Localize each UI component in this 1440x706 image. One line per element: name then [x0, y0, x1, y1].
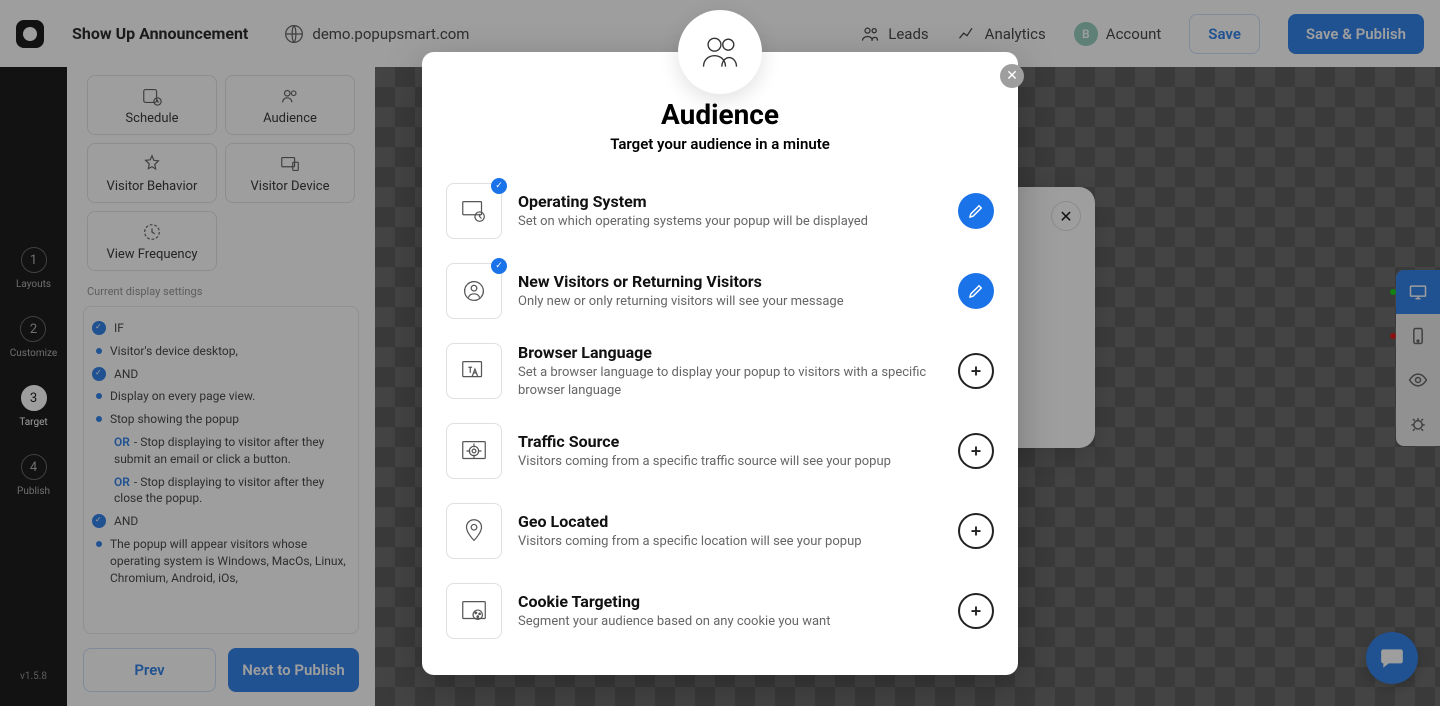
add-cookie-button[interactable]	[958, 593, 994, 629]
add-language-button[interactable]	[958, 353, 994, 389]
traffic-icon	[446, 423, 502, 479]
os-icon: ✓	[446, 183, 502, 239]
visitors-icon: ✓	[446, 263, 502, 319]
modal-close-button[interactable]: ✕	[1000, 64, 1024, 88]
add-geo-button[interactable]	[958, 513, 994, 549]
cookie-icon	[446, 583, 502, 639]
audience-large-icon	[698, 30, 742, 74]
active-badge: ✓	[491, 178, 507, 194]
add-traffic-button[interactable]	[958, 433, 994, 469]
audience-row-visitors: ✓ New Visitors or Returning Visitors Onl…	[446, 251, 994, 331]
audience-row-cookie: Cookie Targeting Segment your audience b…	[446, 571, 994, 651]
geo-icon	[446, 503, 502, 559]
edit-os-button[interactable]	[958, 193, 994, 229]
audience-modal: ✕ Audience Target your audience in a min…	[422, 52, 1018, 675]
language-icon	[446, 343, 502, 399]
modal-header-icon	[678, 10, 762, 94]
modal-title: Audience	[446, 98, 994, 131]
audience-row-language: Browser Language Set a browser language …	[446, 331, 994, 411]
edit-visitors-button[interactable]	[958, 273, 994, 309]
audience-row-os: ✓ Operating System Set on which operatin…	[446, 171, 994, 251]
audience-row-traffic: Traffic Source Visitors coming from a sp…	[446, 411, 994, 491]
audience-row-geo: Geo Located Visitors coming from a speci…	[446, 491, 994, 571]
active-badge: ✓	[491, 258, 507, 274]
modal-subtitle: Target your audience in a minute	[446, 135, 994, 153]
